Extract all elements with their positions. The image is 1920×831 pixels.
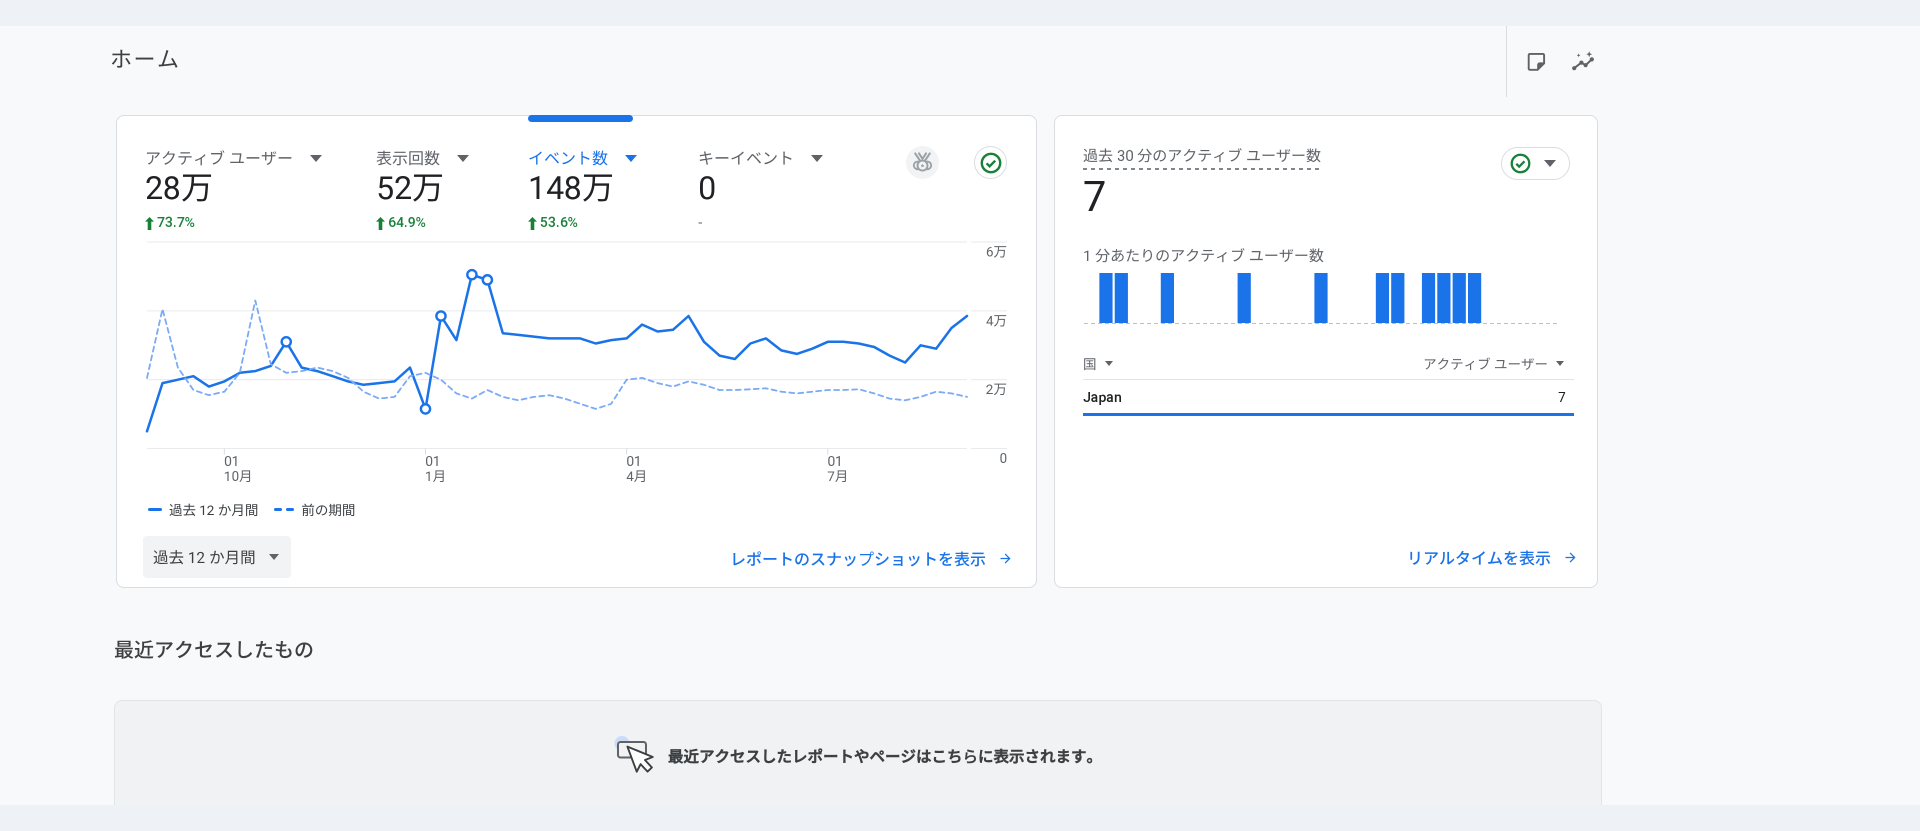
overview-card: アクティブ ユーザー 28万 73.7% 表示回数 52万 64.9% イベント… <box>116 115 1037 588</box>
metric-label-row: イベント数 <box>528 148 638 169</box>
date-range-button[interactable]: 過去 12 か月間 <box>143 536 291 578</box>
cursor-click-icon <box>614 736 654 773</box>
realtime-per-minute-label: 1 分あたりのアクティブ ユーザー数 <box>1083 247 1324 265</box>
medal-icon <box>912 152 933 172</box>
realtime-link[interactable]: リアルタイムを表示 <box>1407 545 1578 569</box>
metric-delta: 53.6% <box>528 215 578 231</box>
metric-delta: 73.7% <box>145 215 195 231</box>
metric-delta: 64.9% <box>376 215 426 231</box>
insights-button[interactable] <box>1570 50 1594 74</box>
table-header-divider <box>1083 379 1574 380</box>
svg-text:01: 01 <box>425 454 441 470</box>
svg-text:4万: 4万 <box>986 313 1007 329</box>
benchmark-medal-badge[interactable] <box>906 146 939 179</box>
metric-label: 表示回数 <box>376 149 441 168</box>
svg-text:0: 0 <box>999 451 1007 467</box>
metric-delta: - <box>698 215 702 231</box>
selected-metric-indicator <box>528 115 633 122</box>
overview-card-footer: 過去 12 か月間 レポートのスナップショットを表示 <box>117 513 1036 587</box>
svg-text:01: 01 <box>224 454 240 470</box>
page-header: ホーム <box>0 26 1920 98</box>
check-circle-icon <box>1510 153 1531 174</box>
realtime-data-quality-button[interactable] <box>1501 147 1570 180</box>
metric-delta-value: 53.6% <box>540 215 579 231</box>
report-snapshot-link[interactable]: レポートのスナップショットを表示 <box>730 546 1013 570</box>
header-divider <box>1506 26 1507 97</box>
svg-text:7月: 7月 <box>827 469 848 485</box>
svg-text:01: 01 <box>626 454 642 470</box>
report-snapshot-link-label: レポートのスナップショットを表示 <box>729 550 986 569</box>
realtime-dimension-header[interactable]: 国 <box>1083 353 1113 373</box>
table-row-bar <box>1083 413 1574 416</box>
svg-text:4月: 4月 <box>626 469 647 485</box>
chevron-down-icon <box>1556 360 1564 366</box>
insights-icon <box>1572 51 1594 71</box>
metric-value: 52万 <box>376 169 444 207</box>
svg-text:10月: 10月 <box>224 469 253 485</box>
chevron-down-icon <box>811 155 824 162</box>
chevron-down-icon <box>1104 360 1113 366</box>
arrow-up-icon <box>145 216 154 230</box>
chevron-down-icon <box>309 155 322 162</box>
realtime-active-users: 7 <box>1083 173 1107 222</box>
card-badges <box>906 146 1007 179</box>
recent-empty-row: 最近アクセスしたレポートやページはこちらに表示されます。 <box>614 735 1102 776</box>
content-sheet: ホーム アクティブ ユーザー 28万 73.7% 表示回数 52万 64.9% … <box>0 26 1920 805</box>
metric-delta-value: - <box>698 215 702 231</box>
page-title: ホーム <box>110 48 181 73</box>
metric-delta-value: 73.7% <box>157 215 196 231</box>
recent-section-heading: 最近アクセスしたもの <box>114 638 314 662</box>
metric-label: イベント数 <box>528 149 609 168</box>
realtime-card: 過去 30 分のアクティブ ユーザー数 7 1 分あたりのアクティブ ユーザー数… <box>1054 115 1598 588</box>
metric-delta-value: 64.9% <box>388 215 427 231</box>
dimension-header-label: 国 <box>1083 357 1097 373</box>
date-range-label: 過去 12 か月間 <box>153 549 256 567</box>
metric-label-row: キーイベント <box>698 148 824 169</box>
svg-text:6万: 6万 <box>986 245 1007 261</box>
recent-empty-panel: 最近アクセスしたレポートやページはこちらに表示されます。 <box>114 700 1602 805</box>
arrow-up-icon <box>376 216 385 230</box>
realtime-metric-header[interactable]: アクティブ ユーザー <box>1423 353 1564 373</box>
chevron-down-icon <box>268 554 279 560</box>
legend-swatch-dash <box>274 507 283 512</box>
chevron-down-icon <box>1544 160 1556 167</box>
metric-header-label: アクティブ ユーザー <box>1423 357 1548 373</box>
note-icon <box>1527 52 1546 71</box>
metric-value: 148万 <box>528 169 614 207</box>
svg-text:1月: 1月 <box>425 469 446 485</box>
chevron-down-icon <box>457 155 470 162</box>
metric-label: キーイベント <box>698 149 795 168</box>
chevron-down-icon <box>625 155 638 162</box>
metric-label-row: アクティブ ユーザー <box>145 148 322 169</box>
realtime-title: 過去 30 分のアクティブ ユーザー数 <box>1083 147 1322 170</box>
metric-value: 0 <box>698 169 716 207</box>
metric-label-row: 表示回数 <box>376 148 470 169</box>
legend-swatch-dash <box>286 507 295 512</box>
realtime-link-label: リアルタイムを表示 <box>1406 549 1551 568</box>
table-row-value: 7 <box>1558 390 1566 406</box>
metric-label: アクティブ ユーザー <box>145 149 293 168</box>
legend-swatch-line <box>148 507 162 512</box>
svg-text:01: 01 <box>827 454 843 470</box>
notes-button[interactable] <box>1525 50 1549 74</box>
data-quality-button[interactable] <box>974 146 1007 179</box>
svg-text:2万: 2万 <box>986 382 1007 398</box>
arrow-right-icon <box>1565 552 1576 562</box>
table-row-dimension: Japan <box>1083 390 1122 406</box>
arrow-right-icon <box>1000 553 1011 563</box>
check-circle-icon <box>980 152 1001 173</box>
arrow-up-icon <box>528 216 537 230</box>
metric-value: 28万 <box>145 169 213 207</box>
recent-empty-message: 最近アクセスしたレポートやページはこちらに表示されます。 <box>667 747 1103 766</box>
